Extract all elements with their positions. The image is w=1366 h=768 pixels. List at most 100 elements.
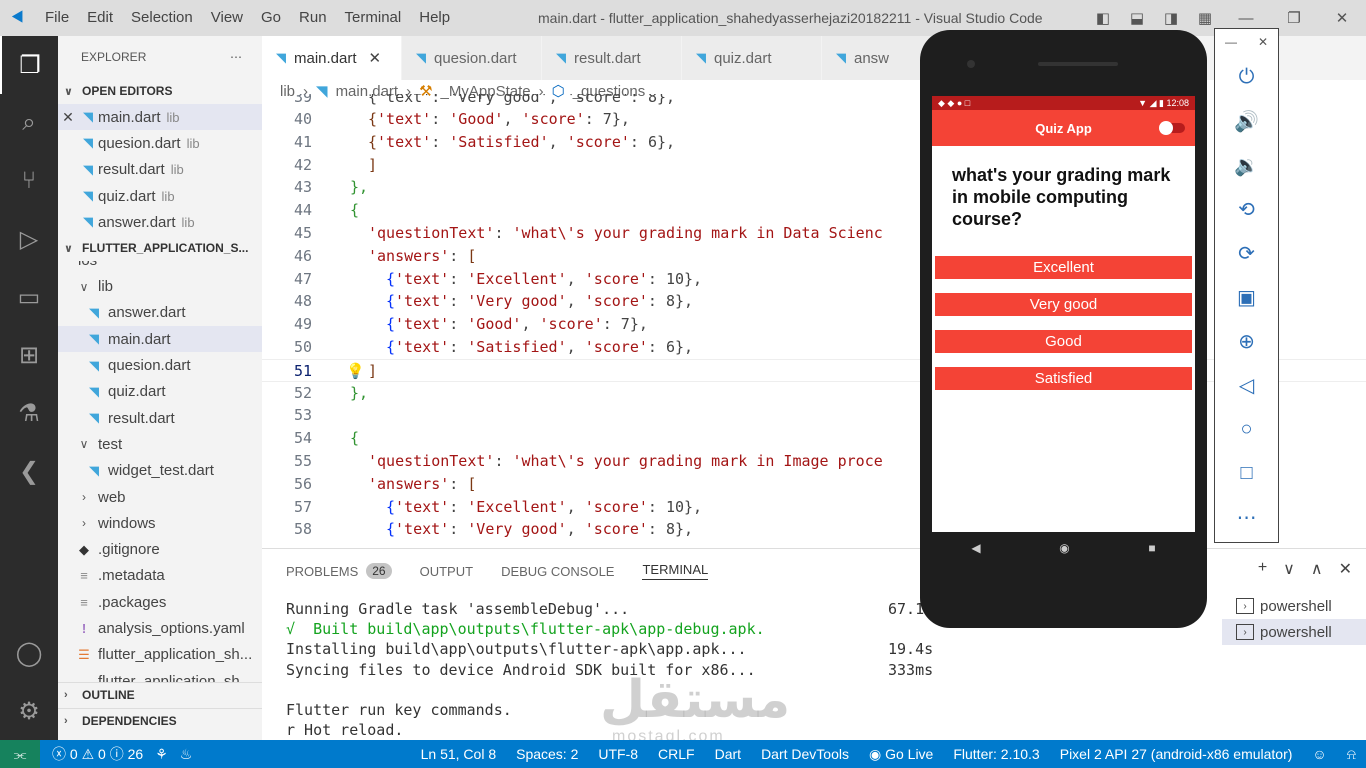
flutter-version[interactable]: Flutter: 2.10.3 xyxy=(953,746,1039,762)
answer-button[interactable]: Excellent xyxy=(935,256,1192,279)
menu-view[interactable]: View xyxy=(202,0,252,36)
volume-up-icon[interactable]: 🔊 xyxy=(1215,99,1278,143)
tab-problems[interactable]: PROBLEMS 26 xyxy=(286,563,392,579)
dependencies-section[interactable]: › DEPENDENCIES xyxy=(58,707,262,734)
device-selector[interactable]: Pixel 2 API 27 (android-x86 emulator) xyxy=(1060,746,1293,762)
file-item[interactable]: ◆ .gitignore xyxy=(58,536,262,562)
testing-icon[interactable]: ⚗ xyxy=(0,384,58,442)
file-item[interactable]: ☰ flutter_application_sh... xyxy=(58,642,262,668)
zoom-icon[interactable]: ⊕ xyxy=(1215,319,1278,363)
file-item[interactable]: ! analysis_options.yaml xyxy=(58,615,262,641)
tab-debug-console[interactable]: DEBUG CONSOLE xyxy=(501,564,614,579)
go-live[interactable]: ◉ Go Live xyxy=(869,746,933,763)
indentation[interactable]: Spaces: 2 xyxy=(516,746,578,762)
camera-icon[interactable]: ▣ xyxy=(1215,275,1278,319)
cursor-position[interactable]: Ln 51, Col 8 xyxy=(421,746,497,762)
notifications-bell-icon[interactable]: ⍾ xyxy=(1347,746,1356,763)
rotate-left-icon[interactable]: ⟲ xyxy=(1215,187,1278,231)
folder-lib[interactable]: ∨ lib xyxy=(58,273,262,299)
extensions-icon[interactable]: ⊞ xyxy=(0,326,58,384)
folder-windows[interactable]: › windows xyxy=(58,510,262,536)
folder-web[interactable]: › web xyxy=(58,484,262,510)
back-icon[interactable]: ◁ xyxy=(1215,363,1278,407)
menu-help[interactable]: Help xyxy=(410,0,459,36)
remote-icon[interactable]: ⫘ xyxy=(0,740,40,768)
file-item[interactable]: ◥ widget_test.dart xyxy=(58,458,262,484)
menu-selection[interactable]: Selection xyxy=(122,0,202,36)
flutter-icon[interactable]: ❮ xyxy=(0,442,58,500)
minimize-icon[interactable]: — xyxy=(1222,10,1270,27)
outline-section[interactable]: › OUTLINE xyxy=(58,681,262,708)
terminal-instance[interactable]: › powershell xyxy=(1222,619,1366,645)
close-icon[interactable]: ✕ xyxy=(369,49,382,67)
chevron-down-icon[interactable]: ∨ xyxy=(1283,559,1295,579)
project-section[interactable]: ∨ FLUTTER_APPLICATION_S... xyxy=(58,235,262,261)
menu-run[interactable]: Run xyxy=(290,0,336,36)
flame-icon[interactable]: ♨ xyxy=(180,746,193,763)
open-editor-item[interactable]: ✕ ◥ main.dart lib xyxy=(58,104,262,131)
theme-toggle[interactable] xyxy=(1159,121,1185,135)
file-item[interactable]: ≡ .packages xyxy=(58,589,262,615)
remote-explorer-icon[interactable]: ▭ xyxy=(0,268,58,326)
answer-button[interactable]: Very good xyxy=(935,293,1192,316)
restore-icon[interactable]: ❐ xyxy=(1270,9,1318,27)
rotate-right-icon[interactable]: ⟳ xyxy=(1215,231,1278,275)
file-item[interactable]: ◥ quiz.dart xyxy=(58,379,262,405)
line-ending[interactable]: CRLF xyxy=(658,746,695,762)
maximize-panel-icon[interactable]: ∧ xyxy=(1311,559,1323,579)
more-actions-icon[interactable]: ⋯ xyxy=(230,50,242,64)
language-mode[interactable]: Dart xyxy=(715,746,741,762)
lightbulb-icon[interactable]: 💡 xyxy=(346,360,365,383)
volume-down-icon[interactable]: 🔉 xyxy=(1215,143,1278,187)
explorer-icon[interactable]: ❐ xyxy=(0,36,58,94)
file-item[interactable]: ≡ .metadata xyxy=(58,563,262,589)
source-control-icon[interactable]: ⑂ xyxy=(0,152,58,210)
folder-ios[interactable]: ios xyxy=(58,261,262,273)
menu-edit[interactable]: Edit xyxy=(78,0,122,36)
folder-test[interactable]: ∨ test xyxy=(58,431,262,457)
feedback-icon[interactable]: ☺ xyxy=(1312,746,1326,762)
terminal-instance[interactable]: › powershell xyxy=(1222,593,1366,619)
more-icon[interactable]: ⋯ xyxy=(1215,495,1278,539)
accounts-icon[interactable]: ◯ xyxy=(0,624,58,682)
overview-icon[interactable]: □ xyxy=(1215,451,1278,495)
open-editors-section[interactable]: ∨ OPEN EDITORS xyxy=(58,78,262,104)
menu-terminal[interactable]: Terminal xyxy=(336,0,411,36)
run-debug-icon[interactable]: ▷ xyxy=(0,210,58,268)
recents-icon[interactable]: ■ xyxy=(1148,541,1155,555)
toggle-secondary-icon[interactable]: ◨ xyxy=(1154,9,1188,27)
tab-result-dart[interactable]: ◥ result.dart xyxy=(542,36,682,80)
close-panel-icon[interactable]: ✕ xyxy=(1339,559,1352,579)
problems-status[interactable]: ⓧ 0 ⚠ 0 ⓘ 26 xyxy=(52,744,143,764)
customize-layout-icon[interactable]: ▦ xyxy=(1188,9,1222,27)
tab-main-dart[interactable]: ◥ main.dart ✕ xyxy=(262,36,402,80)
home-icon[interactable]: ◉ xyxy=(1059,541,1069,555)
search-icon[interactable]: ⌕ xyxy=(0,94,58,152)
back-icon[interactable]: ◀ xyxy=(971,541,980,555)
settings-gear-icon[interactable]: ⚙ xyxy=(0,682,58,740)
answer-button[interactable]: Good xyxy=(935,330,1192,353)
dart-devtools[interactable]: Dart DevTools xyxy=(761,746,849,762)
home-icon[interactable]: ○ xyxy=(1215,407,1278,451)
file-item[interactable]: ◥ main.dart xyxy=(58,326,262,353)
close-icon[interactable]: ✕ xyxy=(58,109,78,126)
answer-button[interactable]: Satisfied xyxy=(935,367,1192,390)
new-terminal-icon[interactable]: + xyxy=(1258,559,1267,579)
file-item[interactable]: ◥ result.dart xyxy=(58,405,262,431)
menu-file[interactable]: File xyxy=(36,0,78,36)
toggle-panel-icon[interactable]: ⬓ xyxy=(1120,9,1154,27)
minimize-icon[interactable]: — xyxy=(1225,35,1237,49)
tab-quiz-dart[interactable]: ◥ quiz.dart xyxy=(682,36,822,80)
file-item[interactable]: flutter_application_sh... xyxy=(58,668,262,682)
close-window-icon[interactable]: ✕ xyxy=(1318,9,1366,27)
open-editor-item[interactable]: ◥ quiz.dart lib xyxy=(58,183,262,209)
tab-terminal[interactable]: TERMINAL xyxy=(642,562,709,580)
toggle-sidebar-icon[interactable]: ◧ xyxy=(1086,9,1120,27)
debug-icon[interactable]: ⚘ xyxy=(155,746,168,763)
open-editor-item[interactable]: ◥ quesion.dart lib xyxy=(58,130,262,156)
close-icon[interactable]: ✕ xyxy=(1258,35,1268,49)
menu-go[interactable]: Go xyxy=(252,0,290,36)
file-item[interactable]: ◥ answer.dart xyxy=(58,300,262,326)
tab-output[interactable]: OUTPUT xyxy=(420,564,473,579)
encoding[interactable]: UTF-8 xyxy=(598,746,638,762)
